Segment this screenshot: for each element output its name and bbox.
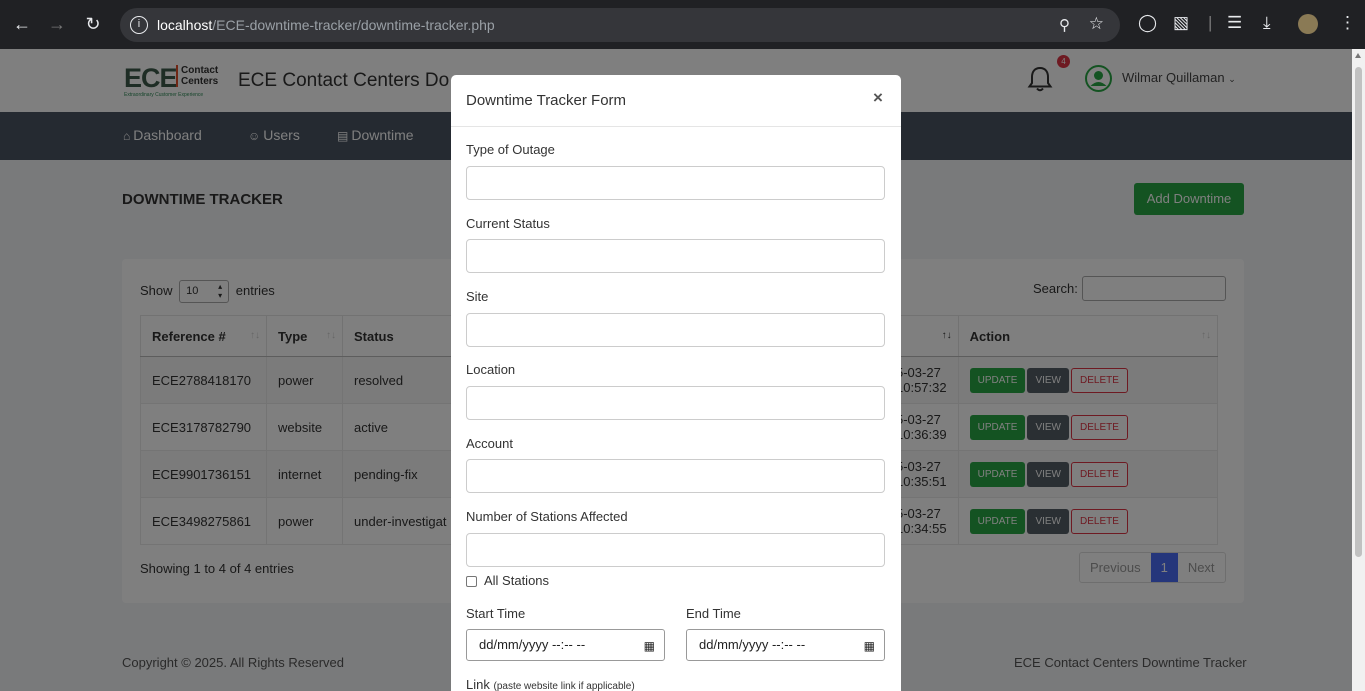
modal-header: Downtime Tracker Form × xyxy=(451,75,901,127)
all-stations-checkbox[interactable] xyxy=(466,576,477,587)
browser-profile-avatar[interactable] xyxy=(1298,14,1318,34)
forward-icon[interactable]: → xyxy=(47,14,67,34)
type-of-outage-label: Type of Outage xyxy=(466,142,555,157)
bookmark-star-icon[interactable]: ☆ xyxy=(1089,14,1104,34)
download-icon[interactable]: ⤓ xyxy=(1263,13,1271,33)
browser-toolbar: ← → ↻ i localhost/ECE-downtime-tracker/d… xyxy=(0,0,1365,49)
start-time-label: Start Time xyxy=(466,606,526,621)
scroll-up-icon[interactable] xyxy=(1355,53,1361,58)
site-label: Site xyxy=(466,289,489,304)
link-label: Link (paste website link if applicable) xyxy=(466,677,635,691)
end-time-label: End Time xyxy=(686,606,741,621)
all-stations-label[interactable]: All Stations xyxy=(484,573,549,588)
modal-title: Downtime Tracker Form xyxy=(466,92,627,109)
stations-affected-input[interactable] xyxy=(466,533,885,567)
reload-icon[interactable]: ↻ xyxy=(83,14,103,34)
account-input[interactable] xyxy=(466,459,885,493)
current-status-input[interactable] xyxy=(466,239,885,273)
scrollbar-thumb[interactable] xyxy=(1355,67,1362,557)
url-text[interactable]: localhost/ECE-downtime-tracker/downtime-… xyxy=(157,17,495,33)
location-input[interactable] xyxy=(466,386,885,420)
link-label-text: Link xyxy=(466,677,490,691)
site-input[interactable] xyxy=(466,313,885,347)
page-scrollbar[interactable] xyxy=(1352,49,1365,691)
location-label: Location xyxy=(466,362,516,377)
browser-menu-icon[interactable]: ⋮ xyxy=(1339,13,1356,33)
end-time-input[interactable]: dd/mm/yyyy --:-- -- ▦ xyxy=(686,629,885,661)
extension-icon[interactable]: ◯ xyxy=(1138,13,1157,33)
site-info-icon[interactable]: i xyxy=(130,16,148,34)
start-time-input[interactable]: dd/mm/yyyy --:-- -- ▦ xyxy=(466,629,665,661)
url-host: localhost xyxy=(157,17,213,33)
end-time-placeholder: dd/mm/yyyy --:-- -- xyxy=(699,637,806,652)
address-bar[interactable]: i localhost/ECE-downtime-tracker/downtim… xyxy=(120,8,1120,42)
close-icon[interactable]: × xyxy=(873,88,883,108)
back-icon[interactable]: ← xyxy=(12,14,32,34)
toolbar-divider: | xyxy=(1208,13,1213,32)
start-time-placeholder: dd/mm/yyyy --:-- -- xyxy=(479,637,586,652)
calendar-icon[interactable]: ▦ xyxy=(644,631,655,661)
stations-affected-label: Number of Stations Affected xyxy=(466,509,628,524)
downtime-form-modal: Downtime Tracker Form × Type of Outage C… xyxy=(451,75,901,691)
url-path: /ECE-downtime-tracker/downtime-tracker.p… xyxy=(212,17,495,33)
calendar-icon[interactable]: ▦ xyxy=(864,631,875,661)
link-hint: (paste website link if applicable) xyxy=(493,681,635,691)
puzzle-extensions-icon[interactable]: ▧ xyxy=(1173,13,1189,33)
type-of-outage-input[interactable] xyxy=(466,166,885,200)
media-playlist-icon[interactable]: ☰ xyxy=(1227,13,1242,33)
zoom-icon[interactable]: ⚲ xyxy=(1059,16,1070,34)
current-status-label: Current Status xyxy=(466,216,550,231)
account-label: Account xyxy=(466,436,513,451)
